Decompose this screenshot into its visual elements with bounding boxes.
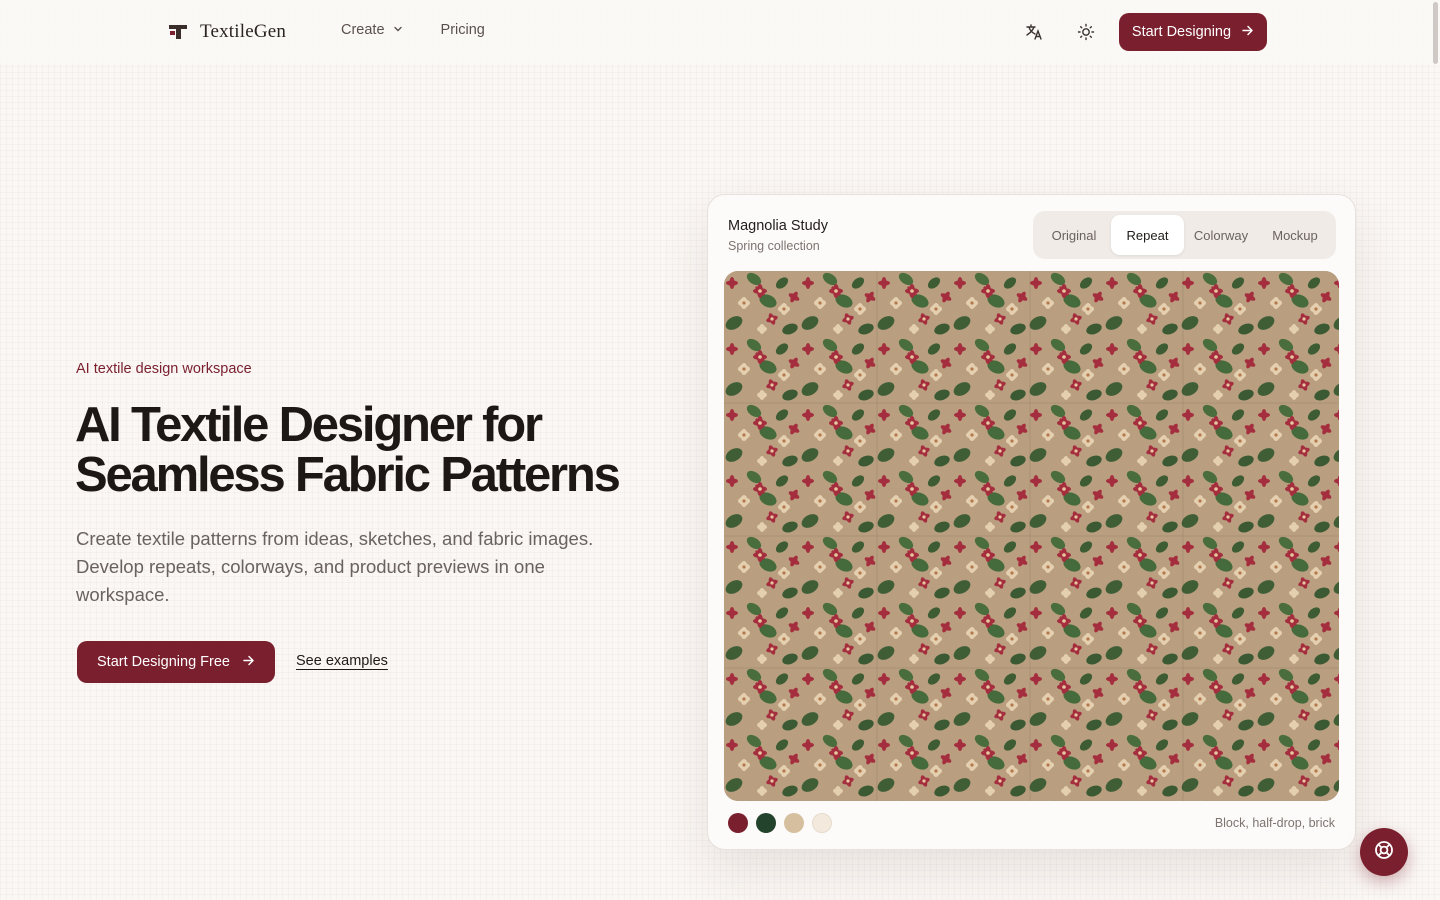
- nav-pricing[interactable]: Pricing: [441, 22, 485, 38]
- hero-headline-line2: Seamless Fabric Patterns: [75, 448, 621, 502]
- lifebuoy-icon: [1373, 839, 1395, 866]
- tab-colorway[interactable]: Colorway: [1184, 215, 1258, 255]
- sun-icon[interactable]: [1075, 21, 1097, 43]
- main-nav: Create Pricing: [341, 22, 485, 38]
- start-designing-free-button[interactable]: Start Designing Free: [77, 641, 275, 683]
- hero-headline-line1: AI Textile Designer for: [75, 398, 543, 452]
- pattern-repeat-preview: [724, 271, 1339, 801]
- tab-repeat[interactable]: Repeat: [1111, 215, 1184, 255]
- start-designing-button[interactable]: Start Designing: [1119, 13, 1267, 51]
- swatch-cream[interactable]: [812, 813, 832, 833]
- hero-subtitle: Create textile patterns from ideas, sket…: [76, 528, 594, 605]
- hero-eyebrow: AI textile design workspace: [76, 361, 252, 377]
- arrow-right-icon: [242, 654, 255, 671]
- repeat-types-label: Block, half-drop, brick: [1214, 816, 1335, 830]
- hero-headline: AI Textile Designer for Seamless Fabric …: [75, 400, 635, 500]
- pattern-title: Magnolia Study: [728, 218, 828, 234]
- nav-create-label: Create: [341, 22, 385, 38]
- help-button[interactable]: [1360, 828, 1408, 876]
- colorway-swatches: [728, 813, 832, 833]
- swatch-sand[interactable]: [784, 813, 804, 833]
- top-navigation: TextileGen Create Pricing Start Designin…: [0, 0, 1440, 64]
- arrow-right-icon: [1241, 24, 1254, 41]
- tab-mockup[interactable]: Mockup: [1258, 215, 1332, 255]
- start-designing-free-label: Start Designing Free: [97, 654, 230, 670]
- swatch-forest-green[interactable]: [756, 813, 776, 833]
- pattern-collection: Spring collection: [728, 239, 820, 253]
- swatch-burgundy[interactable]: [728, 813, 748, 833]
- see-examples-link[interactable]: See examples: [296, 653, 388, 669]
- chevron-down-icon: [393, 22, 403, 38]
- brand-name: TextileGen: [200, 21, 287, 42]
- brand-logo[interactable]: TextileGen: [164, 18, 286, 46]
- start-designing-label: Start Designing: [1131, 24, 1232, 40]
- logo-icon: [164, 18, 192, 46]
- tab-original[interactable]: Original: [1037, 215, 1111, 255]
- view-tabs: Original Repeat Colorway Mockup: [1033, 211, 1336, 259]
- page-scrollbar[interactable]: [1433, 2, 1438, 64]
- translate-icon[interactable]: [1023, 21, 1045, 43]
- pattern-preview-card: Magnolia Study Spring collection Origina…: [707, 194, 1356, 850]
- nav-create[interactable]: Create: [341, 22, 403, 38]
